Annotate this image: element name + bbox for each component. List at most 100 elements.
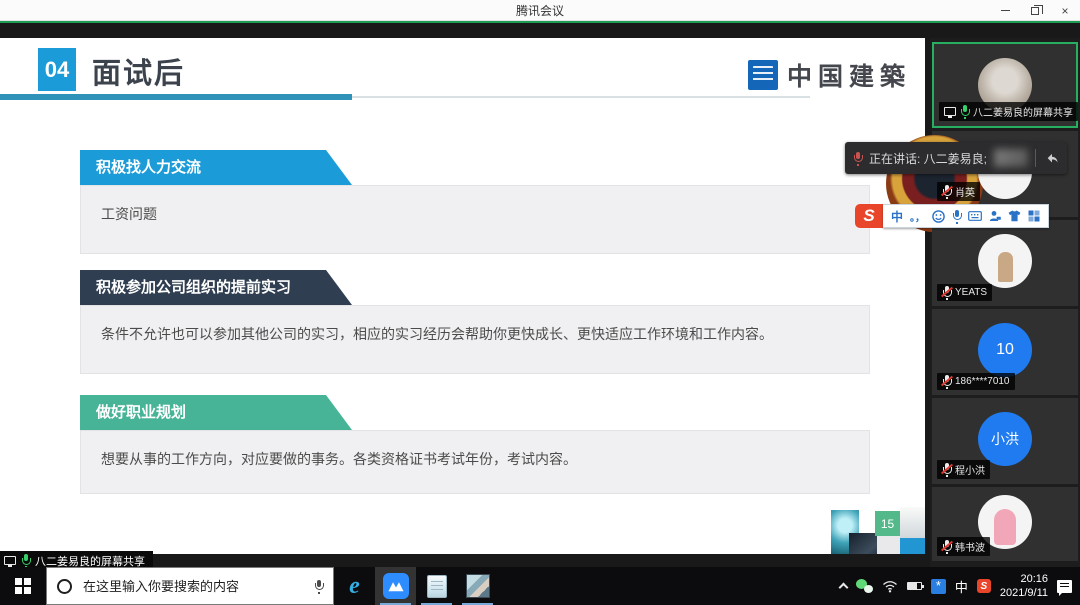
participant-name: 肖英 <box>955 184 975 199</box>
tray-sogou-icon[interactable]: S <box>977 579 991 593</box>
collage-gray-image <box>877 536 900 554</box>
tray-ime-badge[interactable]: 中 <box>955 577 968 596</box>
app-window: 腾讯会议 × 04 面试后 中国建築 积极找人力交流 工资问题 积极参加公司组织… <box>0 0 1080 605</box>
sogou-logo-icon[interactable]: S <box>855 204 883 228</box>
voice-input-icon[interactable] <box>952 210 961 223</box>
mic-muted-icon <box>942 286 951 299</box>
participant-tile[interactable]: 韩书波 <box>932 487 1078 561</box>
participant-name: 八二姜易良的屏幕共享 <box>973 104 1073 119</box>
collage-badge: 15 <box>875 511 900 536</box>
wifi-icon[interactable] <box>882 580 898 593</box>
notepad-icon <box>427 575 447 598</box>
system-tray: * 中 S 20:16 2021/9/11 <box>840 572 1080 601</box>
taskbar-app-notepad[interactable] <box>416 567 457 605</box>
start-button[interactable] <box>0 567 46 605</box>
avatar-rabbit <box>994 509 1016 545</box>
avatar <box>978 234 1032 288</box>
avatar-figure <box>998 252 1013 282</box>
slide-number-box: 04 <box>38 48 76 91</box>
cscec-logo-icon <box>748 60 778 90</box>
bluetooth-app-icon[interactable]: * <box>931 579 946 594</box>
meeting-stage: 04 面试后 中国建築 积极找人力交流 工资问题 积极参加公司组织的提前实习 条… <box>0 21 1080 567</box>
participant-tile[interactable]: YEATS <box>932 220 1078 306</box>
speaking-toast: 正在讲话: 八二姜易良; <box>845 142 1067 174</box>
screen-share-icon <box>4 556 16 565</box>
collage-blue-tile <box>900 538 925 554</box>
participant-name: 韩书波 <box>955 539 985 554</box>
close-icon: × <box>1061 4 1068 18</box>
search-mic-icon[interactable] <box>314 580 323 593</box>
emoji-icon[interactable] <box>932 210 945 223</box>
maximize-button[interactable] <box>1020 0 1050 21</box>
ime-punct-button[interactable]: 。， <box>910 209 925 224</box>
avatar: 10 <box>978 323 1032 377</box>
ime-toolbar-buttons: 中 。， <box>883 204 1049 228</box>
participant-name-label: YEATS <box>937 284 992 301</box>
section-body-2: 条件不允许也可以参加其他公司的实习，相应的实习经历会帮助你更快成长、更快适应工作… <box>80 305 870 374</box>
participant-name-label: 八二姜易良的屏幕共享 <box>939 102 1078 121</box>
mic-muted-icon <box>942 540 951 553</box>
taskbar-app-meeting[interactable] <box>375 567 416 605</box>
section-header-2: 积极参加公司组织的提前实习 <box>80 270 352 305</box>
section-body-1: 工资问题 <box>80 185 870 254</box>
tray-date: 2021/9/11 <box>1000 586 1048 600</box>
avatar: 小洪 <box>978 412 1032 466</box>
window-title: 腾讯会议 <box>516 2 564 19</box>
tencent-meeting-icon <box>383 573 409 599</box>
participant-tile[interactable]: 10 186****7010 <box>932 309 1078 395</box>
action-center-icon[interactable] <box>1057 580 1072 593</box>
mic-muted-icon <box>942 185 951 198</box>
participant-name-label: 韩书波 <box>937 537 990 556</box>
ie-icon: e <box>349 574 360 598</box>
search-input[interactable] <box>81 578 305 595</box>
participant-name: 程小洪 <box>955 462 985 477</box>
window-controls: × <box>990 0 1080 21</box>
account-icon[interactable] <box>989 210 1001 222</box>
mic-on-icon <box>960 105 969 118</box>
maximize-icon <box>1031 7 1039 15</box>
tray-expand-icon[interactable] <box>838 583 848 593</box>
minimize-button[interactable] <box>990 0 1020 21</box>
minimize-icon <box>1001 10 1010 11</box>
blurred-region <box>994 149 1028 167</box>
company-logo-text: 中国建築 <box>787 57 911 93</box>
participant-name: 186****7010 <box>955 376 1010 387</box>
participant-tile[interactable]: 小洪 程小洪 <box>932 398 1078 484</box>
speaking-toast-text: 正在讲话: 八二姜易良; <box>869 150 987 167</box>
taskbar-search[interactable] <box>46 567 334 605</box>
ime-toolbar[interactable]: S 中 。， <box>855 204 1049 228</box>
company-logo: 中国建築 <box>748 57 911 93</box>
windows-taskbar: e * 中 S 20:16 2021/9/11 <box>0 567 1080 605</box>
toolbox-icon[interactable] <box>1028 210 1040 222</box>
participant-name-label: 程小洪 <box>937 460 990 479</box>
cortana-icon <box>57 579 72 594</box>
screen-share-icon <box>944 107 956 116</box>
photos-icon <box>466 574 490 598</box>
participant-tile-sharer[interactable]: 八二姜易良的屏幕共享 <box>932 42 1078 128</box>
mic-muted-icon <box>942 375 951 388</box>
battery-icon[interactable] <box>907 582 922 590</box>
section-header-3: 做好职业规划 <box>80 395 352 430</box>
taskbar-app-ie[interactable]: e <box>334 567 375 605</box>
taskbar-app-photos[interactable] <box>457 567 498 605</box>
ime-mode-button[interactable]: 中 <box>891 208 903 225</box>
tray-time: 20:16 <box>1000 572 1048 586</box>
toast-divider <box>1035 149 1036 167</box>
skin-icon[interactable] <box>1008 210 1021 222</box>
collage-person-image <box>849 533 877 554</box>
participant-name-label: 肖英 <box>937 182 980 201</box>
participant-name: YEATS <box>955 287 987 298</box>
title-underline-light <box>352 96 810 98</box>
slide-title: 面试后 <box>92 50 185 92</box>
wechat-icon[interactable] <box>856 579 873 593</box>
close-button[interactable]: × <box>1050 0 1080 21</box>
participants-sidebar: 八二姜易良的屏幕共享 肖英 YEATS 10 <box>930 38 1080 567</box>
participant-name-label: 186****7010 <box>937 373 1015 390</box>
windows-logo-icon <box>15 578 31 594</box>
tray-clock[interactable]: 20:16 2021/9/11 <box>1000 572 1048 601</box>
speaking-mic-icon <box>853 152 862 165</box>
keyboard-icon[interactable] <box>968 211 982 221</box>
shared-slide: 04 面试后 中国建築 积极找人力交流 工资问题 积极参加公司组织的提前实习 条… <box>0 38 925 554</box>
reply-arrow-icon[interactable] <box>1043 150 1059 167</box>
mic-muted-icon <box>942 463 951 476</box>
